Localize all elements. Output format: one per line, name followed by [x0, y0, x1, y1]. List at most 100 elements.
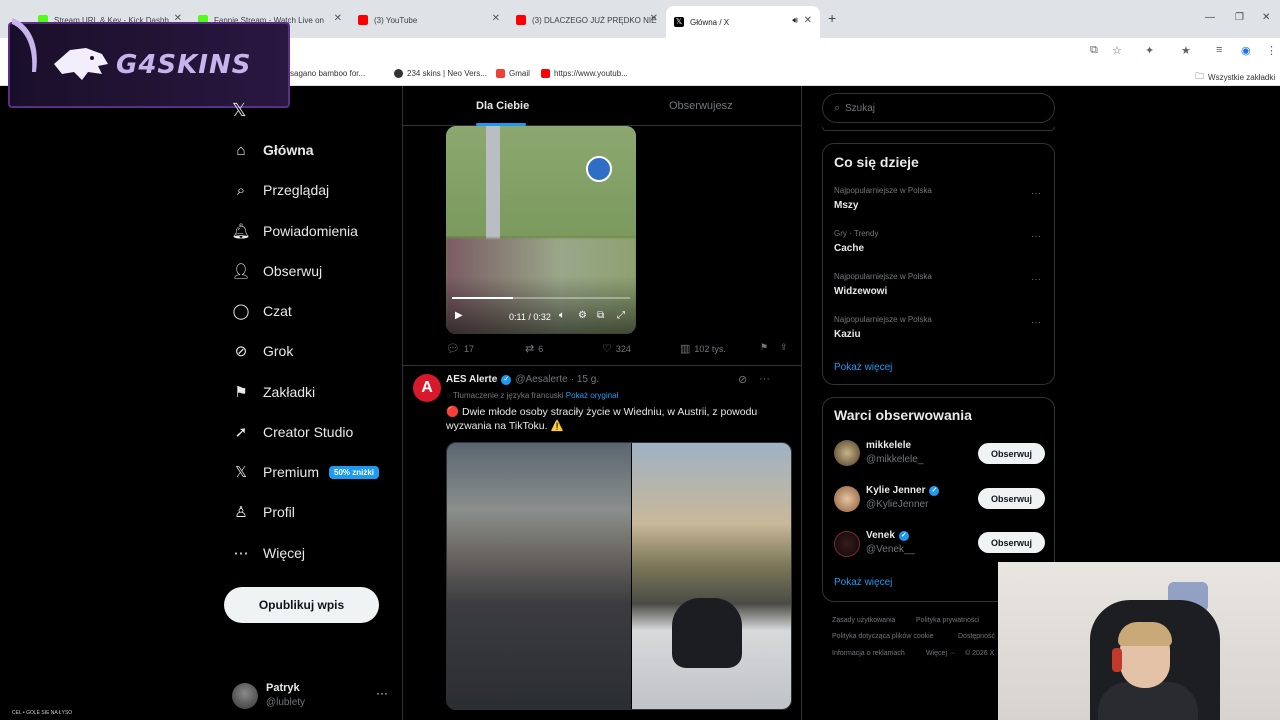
- follow-button[interactable]: Obserwuj: [978, 443, 1045, 464]
- more-options-icon[interactable]: ···: [1031, 317, 1041, 328]
- nav-item-profile[interactable]: ♙ Profil: [232, 500, 295, 524]
- tab-for-you[interactable]: Dla Ciebie: [476, 100, 529, 112]
- avatar: [232, 683, 258, 709]
- all-bookmarks[interactable]: 🗀 Wszystkie zakładki: [1195, 69, 1275, 85]
- show-more-link[interactable]: Pokaż więcej: [834, 362, 892, 373]
- author-name[interactable]: AES Alerte: [446, 374, 497, 385]
- tab-following[interactable]: Obserwujesz: [669, 100, 733, 112]
- active-tab-indicator: [476, 123, 526, 126]
- account-icon[interactable]: ◉: [1241, 44, 1251, 57]
- bookmarks-star-icon[interactable]: ★: [1181, 44, 1191, 57]
- reply-button[interactable]: 💬︎ 17: [446, 342, 474, 355]
- browser-tab[interactable]: (3) YouTube ✕: [350, 8, 508, 32]
- footer-link[interactable]: Dostępność: [958, 633, 995, 640]
- install-app-icon[interactable]: ⧉: [1090, 44, 1098, 57]
- nav-item-premium[interactable]: 𝕏 Premium 50% zniżki: [232, 460, 380, 484]
- media-image-right: [632, 443, 791, 709]
- footer-link[interactable]: Więcej ···: [926, 650, 956, 657]
- media-control-icon[interactable]: ≡: [1216, 44, 1222, 56]
- search-input[interactable]: ⌕ Szukaj: [822, 93, 1055, 123]
- nav-item-creator-studio[interactable]: ➚ Creator Studio: [232, 420, 354, 444]
- more-options-icon[interactable]: ···: [1031, 274, 1041, 285]
- volume-icon[interactable]: 🔈︎: [559, 310, 565, 321]
- trend-name[interactable]: Widzewowi: [834, 286, 887, 297]
- avatar[interactable]: [834, 440, 860, 466]
- menu-icon[interactable]: ⋮: [1266, 44, 1277, 57]
- maximize-icon[interactable]: ❐: [1235, 12, 1244, 23]
- x-logo-icon[interactable]: 𝕏: [232, 100, 247, 121]
- speaker-icon[interactable]: 🔊︎: [792, 15, 798, 26]
- nav-item-bookmarks[interactable]: ⚑ Zakładki: [232, 380, 315, 404]
- show-more-link[interactable]: Pokaż więcej: [834, 577, 892, 588]
- video-player[interactable]: ▶ 0:11 / 0:32 🔈︎ ⚙ ⧉ ⤢: [446, 126, 636, 334]
- author-handle[interactable]: @Aesalerte: [515, 374, 567, 385]
- follow-name[interactable]: mikkelele: [866, 440, 911, 451]
- tweet-time[interactable]: · 15 g.: [571, 374, 599, 385]
- trend-name[interactable]: Cache: [834, 243, 864, 254]
- bookmark-item[interactable]: Gmail: [496, 69, 530, 78]
- extensions-icon[interactable]: ✦: [1145, 44, 1154, 57]
- follow-name[interactable]: Venek ✓: [866, 530, 913, 541]
- minimize-icon[interactable]: —: [1205, 12, 1215, 23]
- close-window-icon[interactable]: ✕: [1262, 12, 1270, 23]
- grok-icon[interactable]: ⊘: [738, 373, 747, 386]
- nav-item-explore[interactable]: ⌕ Przeglądaj: [232, 178, 329, 202]
- avatar[interactable]: [834, 486, 860, 512]
- follow-button[interactable]: Obserwuj: [978, 488, 1045, 509]
- bookmark-item[interactable]: 234 skins | Neo Vers...: [394, 69, 487, 78]
- close-tab-icon[interactable]: ✕: [650, 13, 658, 24]
- new-tab-button[interactable]: +: [828, 10, 836, 26]
- views-button[interactable]: ▥ 102 tys.: [680, 342, 726, 355]
- nav-item-notifications[interactable]: 🔔︎ Powiadomienia: [231, 219, 357, 243]
- x-premium-icon: 𝕏: [234, 464, 248, 481]
- bookmark-item[interactable]: https://www.youtub...: [541, 69, 628, 78]
- close-tab-icon[interactable]: ✕: [804, 15, 812, 26]
- video-progress-bar[interactable]: [452, 297, 630, 299]
- who-to-follow-title: Warci obserwowania: [834, 407, 972, 423]
- repost-button[interactable]: ⇄ 6: [525, 342, 543, 355]
- tweet-media[interactable]: [446, 442, 792, 710]
- search-placeholder: Szukaj: [845, 103, 876, 114]
- nav-item-follow[interactable]: 👤︎ Obserwuj: [231, 259, 322, 283]
- play-icon[interactable]: ▶: [455, 310, 463, 321]
- browser-tab-active[interactable]: 𝕏 Główna / X 🔊︎ ✕: [666, 6, 820, 38]
- trend-name[interactable]: Mszy: [834, 200, 858, 211]
- follow-button[interactable]: Obserwuj: [978, 532, 1045, 553]
- more-options-icon[interactable]: ···: [759, 373, 770, 385]
- translate-icon: ◌: [446, 391, 453, 400]
- footer-link[interactable]: Zasady użytkowania: [832, 617, 895, 624]
- nav-item-home[interactable]: ⌂ Główna: [232, 138, 313, 162]
- show-original-link[interactable]: Pokaż oryginał: [566, 391, 618, 400]
- account-switcher[interactable]: Patryk @lublety ···: [232, 680, 392, 712]
- close-tab-icon[interactable]: ✕: [492, 13, 500, 24]
- trend-meta: Najpopularniejsze w Polska: [834, 186, 932, 195]
- close-tab-icon[interactable]: ✕: [334, 13, 342, 24]
- more-options-icon[interactable]: ···: [1031, 188, 1041, 199]
- tweet-header: AES Alerte ✓ @Aesalerte · 15 g.: [446, 374, 599, 385]
- fullscreen-icon[interactable]: ⤢: [617, 310, 625, 321]
- bookmark-label: sagano bamboo for...: [290, 69, 366, 78]
- avatar[interactable]: [834, 531, 860, 557]
- headset: [1112, 648, 1122, 672]
- more-options-icon[interactable]: ···: [1031, 231, 1041, 242]
- trend-name[interactable]: Kaziu: [834, 329, 861, 340]
- nav-label: Zakładki: [263, 384, 316, 400]
- mini-player-icon[interactable]: ⧉: [597, 310, 604, 321]
- browser-tab[interactable]: (3) DLACZEGO JUŻ PRĘDKO NIE ✕: [508, 8, 666, 32]
- nav-item-more[interactable]: ⋯ Więcej: [232, 541, 306, 565]
- bookmark-item[interactable]: sagano bamboo for...: [290, 69, 365, 78]
- star-icon[interactable]: ☆: [1112, 44, 1122, 57]
- post-button[interactable]: Opublikuj wpis: [224, 587, 379, 623]
- footer-link[interactable]: Polityka dotycząca plików cookie: [832, 633, 934, 640]
- nav-item-grok[interactable]: ⊘ Grok: [232, 339, 294, 363]
- footer-link[interactable]: Polityka prywatności: [916, 617, 979, 624]
- like-button[interactable]: ♡ 324: [602, 342, 631, 355]
- footer-link[interactable]: Informacja o reklamach: [832, 650, 905, 657]
- more-options-icon[interactable]: ···: [376, 686, 388, 700]
- bookmark-icon[interactable]: ⚑: [760, 342, 768, 353]
- share-icon[interactable]: ⇪: [780, 342, 788, 353]
- nav-item-chat[interactable]: ◯ Czat: [232, 299, 292, 323]
- follow-name[interactable]: Kylie Jenner ✓: [866, 485, 943, 496]
- settings-icon[interactable]: ⚙: [578, 310, 587, 321]
- avatar[interactable]: A: [413, 374, 441, 402]
